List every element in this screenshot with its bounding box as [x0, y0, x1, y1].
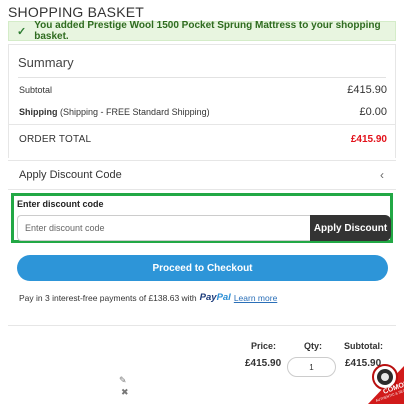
checkmark-icon: ✓ — [17, 25, 27, 38]
apply-discount-toggle[interactable]: Apply Discount Code ‹ — [8, 162, 396, 188]
shipping-value: £0.00 — [359, 106, 387, 118]
summary-separator — [8, 124, 396, 125]
subtotal-row: Subtotal £415.90 — [19, 84, 387, 96]
shipping-label: Shipping — [19, 107, 58, 117]
paypal-message: Pay in 3 interest-free payments of £138.… — [19, 292, 277, 303]
learn-more-link[interactable]: Learn more — [234, 293, 277, 303]
apply-discount-button[interactable]: Apply Discount — [310, 215, 391, 241]
success-alert: ✓ You added Prestige Wool 1500 Pocket Sp… — [8, 20, 396, 42]
qty-header: Qty: — [304, 341, 322, 351]
chevron-left-icon: ‹ — [380, 168, 384, 182]
close-icon[interactable]: ✖ — [121, 387, 129, 398]
discount-separator-bottom — [8, 189, 396, 190]
shipping-row: Shipping (Shipping - FREE Standard Shipp… — [19, 106, 387, 118]
discount-separator-top — [8, 160, 396, 161]
shipping-detail: (Shipping - FREE Standard Shipping) — [60, 107, 210, 117]
shipping-label-group: Shipping (Shipping - FREE Standard Shipp… — [19, 107, 210, 117]
apply-discount-label: Apply Discount Code — [19, 169, 122, 181]
order-total-value: £415.90 — [350, 134, 387, 145]
pencil-icon[interactable]: ✎ — [119, 375, 127, 386]
page-title: SHOPPING BASKET — [8, 4, 145, 20]
order-total-label: ORDER TOTAL — [19, 134, 92, 145]
discount-field-label: Enter discount code — [17, 199, 104, 209]
item-price: £415.90 — [245, 358, 282, 369]
discount-code-panel: Enter discount code Apply Discount — [11, 193, 393, 243]
summary-title: Summary — [18, 55, 74, 70]
proceed-to-checkout-button[interactable]: Proceed to Checkout — [17, 255, 388, 281]
summary-divider — [18, 77, 386, 78]
comodo-secure-badge: COMODO AUTHENTIC & SECURE — [346, 360, 404, 404]
price-header: Price: — [251, 341, 277, 351]
paypal-text: Pay in 3 interest-free payments of £138.… — [19, 292, 197, 303]
order-total-row: ORDER TOTAL £415.90 — [19, 134, 387, 145]
alert-message: You added Prestige Wool 1500 Pocket Spru… — [34, 20, 381, 42]
discount-code-input[interactable] — [17, 215, 311, 241]
subtotal-label: Subtotal — [19, 85, 53, 95]
subtotal-header: Subtotal: — [344, 341, 383, 351]
quantity-input[interactable] — [287, 357, 336, 377]
subtotal-value: £415.90 — [347, 84, 387, 96]
paypal-logo: PayPal — [199, 292, 231, 303]
cart-items-separator — [8, 325, 396, 326]
